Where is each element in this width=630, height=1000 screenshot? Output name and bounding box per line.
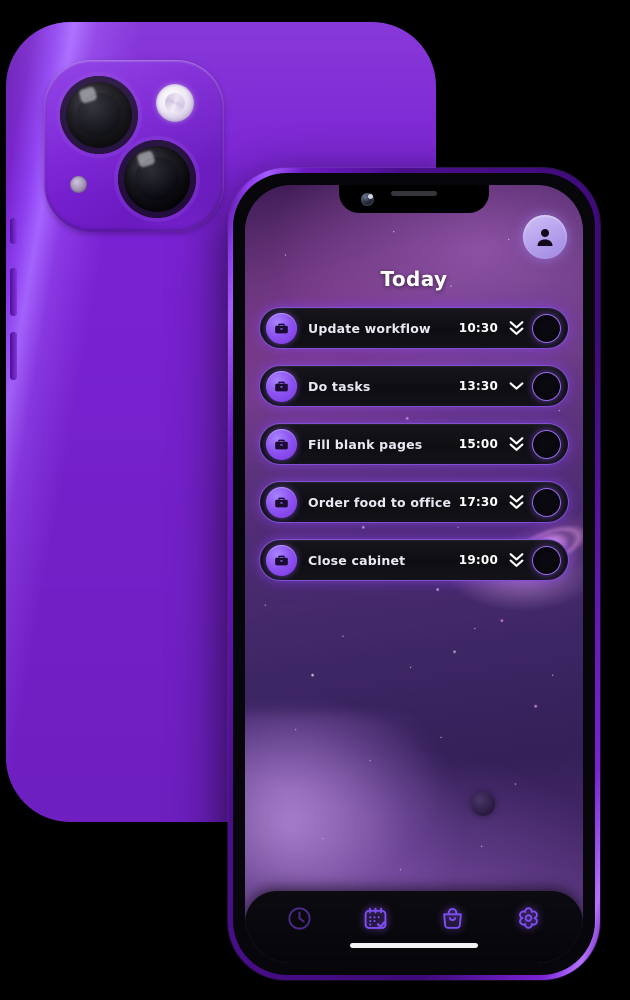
- task-row[interactable]: Update workflow 10:30: [259, 307, 569, 349]
- task-row[interactable]: Fill blank pages 15:00: [259, 423, 569, 465]
- rear-camera-module: [44, 60, 224, 232]
- task-row[interactable]: Do tasks 13:30: [259, 365, 569, 407]
- home-indicator[interactable]: [350, 943, 478, 948]
- double-chevron-down-icon[interactable]: [507, 549, 525, 571]
- phone-screen: Today Update workflow 10:30 Do tasks 13:…: [245, 185, 583, 963]
- volume-up-button[interactable]: [10, 268, 17, 316]
- task-time: 13:30: [458, 379, 498, 393]
- briefcase-icon: [266, 544, 297, 576]
- mockup-stage: Today Update workflow 10:30 Do tasks 13:…: [0, 0, 630, 1000]
- camera-flash-icon: [156, 84, 194, 122]
- tab-settings[interactable]: [509, 900, 549, 936]
- task-complete-checkbox[interactable]: [532, 545, 561, 575]
- volume-down-button[interactable]: [10, 332, 17, 380]
- task-time: 15:00: [458, 437, 498, 451]
- tab-items: [245, 899, 583, 937]
- task-title: Update workflow: [308, 320, 431, 336]
- rear-camera-lens-top: [60, 76, 138, 154]
- task-time: 19:00: [458, 553, 498, 567]
- flower-settings-icon: [519, 906, 539, 929]
- task-row[interactable]: Close cabinet 19:00: [259, 539, 569, 581]
- tab-calendar[interactable]: [356, 900, 396, 936]
- task-complete-checkbox[interactable]: [532, 429, 561, 459]
- briefcase-icon: [266, 312, 297, 344]
- task-title: Close cabinet: [308, 552, 406, 568]
- profile-avatar-button[interactable]: [523, 215, 567, 259]
- double-chevron-down-icon[interactable]: [507, 433, 525, 455]
- shopping-bag-icon: [442, 907, 462, 929]
- front-camera-icon: [361, 193, 374, 206]
- rear-camera-lens-bottom: [118, 140, 196, 218]
- tab-shop[interactable]: [432, 900, 472, 936]
- task-time: 17:30: [458, 495, 498, 509]
- task-complete-checkbox[interactable]: [532, 313, 561, 343]
- single-chevron-down-icon[interactable]: [507, 375, 525, 397]
- double-chevron-down-icon[interactable]: [507, 317, 525, 339]
- display-notch: [339, 185, 489, 213]
- task-list: Update workflow 10:30 Do tasks 13:30 Fil…: [259, 307, 569, 581]
- clock-icon: [288, 906, 311, 930]
- bottom-tab-bar: [245, 891, 583, 963]
- phone-bezel: Today Update workflow 10:30 Do tasks 13:…: [233, 173, 595, 975]
- task-title: Fill blank pages: [308, 436, 423, 452]
- briefcase-icon: [266, 486, 297, 518]
- task-time: 10:30: [458, 321, 498, 335]
- earpiece-speaker: [391, 191, 437, 196]
- mute-switch-button[interactable]: [10, 218, 17, 244]
- briefcase-icon: [266, 428, 297, 460]
- briefcase-icon: [266, 370, 297, 402]
- microphone-dot: [70, 176, 87, 193]
- phone-front-shell: Today Update workflow 10:30 Do tasks 13:…: [228, 168, 600, 980]
- task-complete-checkbox[interactable]: [532, 487, 561, 517]
- task-title: Do tasks: [308, 378, 371, 394]
- page-title: Today: [380, 267, 448, 291]
- calendar-check-icon: [364, 907, 387, 929]
- double-chevron-down-icon[interactable]: [507, 491, 525, 513]
- task-complete-checkbox[interactable]: [532, 371, 561, 401]
- user-avatar-icon: [537, 229, 553, 246]
- task-row[interactable]: Order food to office 17:30: [259, 481, 569, 523]
- tab-clock[interactable]: [279, 900, 319, 936]
- task-title: Order food to office: [308, 494, 452, 510]
